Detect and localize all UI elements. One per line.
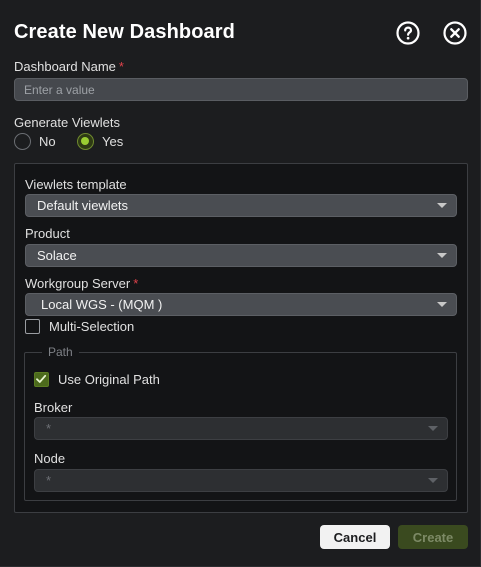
workgroup-server-select[interactable]: Local WGS - (MQM ) xyxy=(25,293,457,316)
help-icon[interactable] xyxy=(396,21,420,45)
workgroup-server-label: Workgroup Server * xyxy=(25,276,138,291)
create-dashboard-dialog: Create New Dashboard Dashboard Name* Gen… xyxy=(0,0,481,567)
path-legend: Path xyxy=(42,345,79,359)
radio-option-no[interactable]: No xyxy=(14,133,56,150)
product-value: Solace xyxy=(37,248,77,263)
radio-no-label: No xyxy=(39,134,56,149)
dashboard-name-label: Dashboard Name * xyxy=(14,59,124,74)
broker-label: Broker xyxy=(34,400,73,415)
chevron-down-icon xyxy=(437,203,447,208)
chevron-down-icon xyxy=(437,302,447,307)
radio-no[interactable] xyxy=(14,133,31,150)
radio-yes[interactable] xyxy=(77,133,94,150)
multi-selection-label: Multi-Selection xyxy=(49,319,135,334)
node-label: Node xyxy=(34,451,66,466)
product-select[interactable]: Solace xyxy=(25,244,457,267)
create-button[interactable]: Create xyxy=(398,525,468,549)
required-mark: * xyxy=(118,59,124,74)
viewlets-template-label: Viewlets template xyxy=(25,177,127,192)
generate-viewlets-label: Generate Viewlets xyxy=(14,115,120,130)
node-value: * xyxy=(46,473,52,488)
close-icon[interactable] xyxy=(443,21,467,45)
broker-value: * xyxy=(46,421,52,436)
use-original-path-option[interactable]: Use Original Path xyxy=(34,372,160,387)
dashboard-name-label-text: Dashboard Name xyxy=(14,59,116,74)
workgroup-server-value: Local WGS - (MQM ) xyxy=(41,297,163,312)
viewlets-template-select[interactable]: Default viewlets xyxy=(25,194,457,217)
node-select: * xyxy=(34,469,448,492)
product-label: Product xyxy=(25,226,70,241)
multi-selection-checkbox[interactable] xyxy=(25,319,40,334)
chevron-down-icon xyxy=(437,253,447,258)
radio-option-yes[interactable]: Yes xyxy=(77,133,123,150)
required-mark: * xyxy=(133,276,139,291)
workgroup-server-label-text: Workgroup Server xyxy=(25,276,131,291)
use-original-path-label: Use Original Path xyxy=(58,372,160,387)
chevron-down-icon xyxy=(428,478,438,483)
viewlets-template-value: Default viewlets xyxy=(37,198,129,213)
use-original-path-checkbox[interactable] xyxy=(34,372,49,387)
checkmark-icon xyxy=(36,374,47,383)
dialog-title: Create New Dashboard xyxy=(14,21,235,43)
broker-select: * xyxy=(34,417,448,440)
dashboard-name-input[interactable] xyxy=(14,78,468,101)
chevron-down-icon xyxy=(428,426,438,431)
multi-selection-option[interactable]: Multi-Selection xyxy=(25,319,134,334)
radio-yes-label: Yes xyxy=(102,134,124,149)
cancel-button[interactable]: Cancel xyxy=(320,525,390,549)
